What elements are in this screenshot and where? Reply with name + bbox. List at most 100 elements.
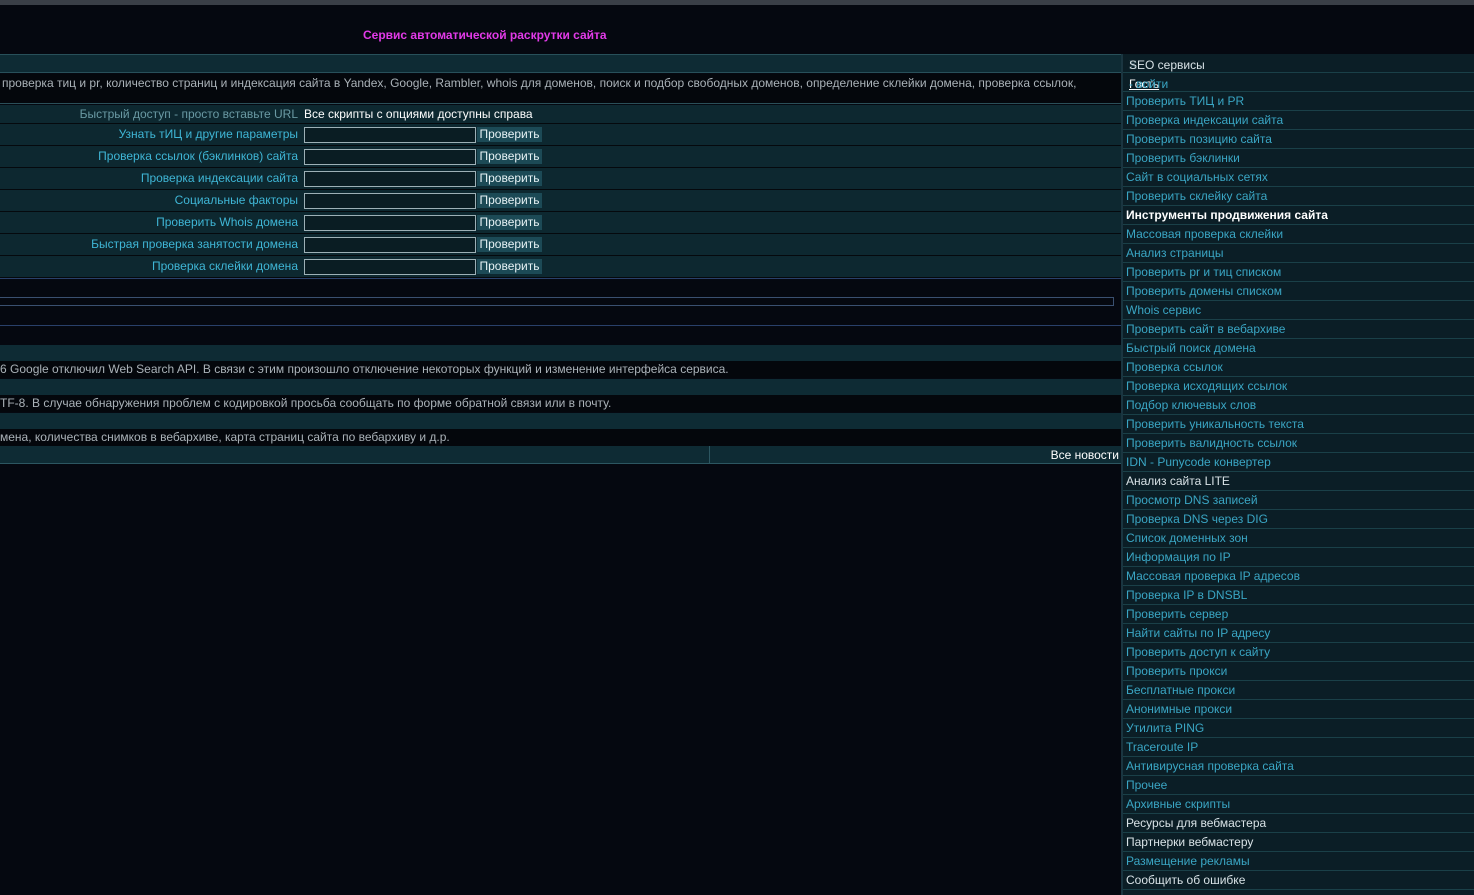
sidebar-section-title: X SEO сервисы bbox=[1123, 54, 1474, 73]
check-form-label[interactable]: Проверка ссылок (бэклинков) сайта bbox=[98, 149, 298, 163]
sidebar-menu-link[interactable]: Проверить прокси bbox=[1123, 662, 1474, 681]
url-input[interactable] bbox=[304, 259, 476, 275]
check-form-label[interactable]: Проверка склейки домена bbox=[152, 259, 298, 273]
sidebar-menu-link[interactable]: Проверить домены списком bbox=[1123, 282, 1474, 301]
sidebar-menu-link[interactable]: Проверить доступ к сайту bbox=[1123, 643, 1474, 662]
check-button[interactable]: Проверить bbox=[477, 193, 542, 208]
sidebar-menu-label: Массовая проверка склейки bbox=[1126, 227, 1284, 241]
sidebar-menu-link[interactable]: Просмотр DNS записей bbox=[1123, 491, 1474, 510]
check-button[interactable]: Проверить bbox=[477, 127, 542, 142]
check-button[interactable]: Проверить bbox=[477, 259, 542, 274]
check-form-label[interactable]: Узнать тИЦ и другие параметры bbox=[119, 127, 298, 141]
sidebar-menu-heading[interactable]: Ресурсы для вебмастера bbox=[1123, 814, 1474, 833]
url-input[interactable] bbox=[304, 127, 476, 143]
sidebar-menu-link[interactable]: Проверка индексации сайта bbox=[1123, 111, 1474, 130]
sidebar-menu-link[interactable]: Список доменных зон bbox=[1123, 529, 1474, 548]
sidebar-menu-link[interactable]: Архивные скрипты bbox=[1123, 795, 1474, 814]
check-form-label[interactable]: Проверка индексации сайта bbox=[141, 171, 298, 185]
sidebar-menu-label: Партнерки вебмастеру bbox=[1126, 835, 1254, 849]
sidebar-menu-heading[interactable]: Анализ сайта LITE bbox=[1123, 472, 1474, 491]
sidebar-menu-label: Размещение рекламы bbox=[1126, 854, 1250, 868]
login-link[interactable]: - войти bbox=[1129, 77, 1168, 91]
sidebar-menu-link[interactable]: Проверить склейку сайта bbox=[1123, 187, 1474, 206]
check-button[interactable]: Проверить bbox=[477, 237, 542, 252]
sidebar-menu-link[interactable]: Массовая проверка IP адресов bbox=[1123, 567, 1474, 586]
sidebar-menu-label: Бесплатные прокси bbox=[1126, 683, 1236, 697]
sidebar-menu-link[interactable]: Утилита PING bbox=[1123, 719, 1474, 738]
sidebar-menu-label: Сайт в социальных сетях bbox=[1126, 170, 1268, 184]
sidebar-menu-link[interactable]: Проверить валидность ссылок bbox=[1123, 434, 1474, 453]
url-input[interactable] bbox=[304, 237, 476, 253]
sidebar-menu-label: Проверить склейку сайта bbox=[1126, 189, 1268, 203]
sidebar-menu-label: Анализ сайта LITE bbox=[1126, 474, 1230, 488]
sidebar-menu-link[interactable]: Массовая проверка склейки bbox=[1123, 225, 1474, 244]
sidebar-menu-link[interactable]: Проверить позицию сайта bbox=[1123, 130, 1474, 149]
sidebar-menu-label: Найти сайты по IP адресу bbox=[1126, 626, 1271, 640]
sidebar-title-text: SEO сервисы bbox=[1129, 58, 1205, 72]
sidebar-menu-link[interactable]: Проверка исходящих ссылок bbox=[1123, 377, 1474, 396]
url-input[interactable] bbox=[304, 193, 476, 209]
news-text: мена, количества снимков в вебархиве, ка… bbox=[0, 430, 450, 444]
check-form-label[interactable]: Социальные факторы bbox=[175, 193, 298, 207]
sidebar-menu-label: Проверить pr и тиц списком bbox=[1126, 265, 1282, 279]
news-item: 6 Google отключил Web Search API. В связ… bbox=[0, 361, 1121, 378]
check-form-row: Быстрая проверка занятости домена Провери… bbox=[0, 234, 1121, 256]
sidebar-menu-link[interactable]: Проверить ТИЦ и PR bbox=[1123, 92, 1474, 111]
footer-divider bbox=[709, 446, 710, 464]
sidebar-menu-link[interactable]: Прочее bbox=[1123, 776, 1474, 795]
sidebar-menu-link[interactable]: Сайт в социальных сетях bbox=[1123, 168, 1474, 187]
sidebar-menu-link[interactable]: Размещение рекламы bbox=[1123, 852, 1474, 871]
sidebar-menu-label: Сообщить об ошибке bbox=[1126, 873, 1246, 887]
sidebar-menu-link[interactable]: Проверить сайт в вебархиве bbox=[1123, 320, 1474, 339]
news-text: 6 Google отключил Web Search API. В связ… bbox=[0, 362, 729, 376]
news-footer: Все новости bbox=[0, 446, 1121, 464]
url-input[interactable] bbox=[304, 171, 476, 187]
news-item: TF-8. В случае обнаружения проблем с код… bbox=[0, 395, 1121, 412]
sidebar-menu-heading[interactable]: Инструменты продвижения сайта bbox=[1123, 206, 1474, 225]
sidebar-menu-link[interactable]: Проверка ссылок bbox=[1123, 358, 1474, 377]
sidebar-menu-link[interactable]: Информация по IP bbox=[1123, 548, 1474, 567]
sidebar-menu-link[interactable]: Проверить бэклинки bbox=[1123, 149, 1474, 168]
sidebar-menu-link[interactable]: Проверить уникальность текста bbox=[1123, 415, 1474, 434]
check-form-row: Узнать тИЦ и другие параметры Проверить bbox=[0, 124, 1121, 146]
sidebar-menu-link[interactable]: IDN - Punycode конвертер bbox=[1123, 453, 1474, 472]
sidebar-menu-link[interactable]: Traceroute IP bbox=[1123, 738, 1474, 757]
sidebar-menu-link[interactable]: Анализ страницы bbox=[1123, 244, 1474, 263]
sidebar-menu-link[interactable]: Быстрый поиск домена bbox=[1123, 339, 1474, 358]
url-input[interactable] bbox=[304, 149, 476, 165]
check-button[interactable]: Проверить bbox=[477, 149, 542, 164]
sidebar-menu-label: Архивные скрипты bbox=[1126, 797, 1231, 811]
all-news-link[interactable]: Все новости bbox=[1051, 448, 1119, 462]
divider-box bbox=[0, 297, 1114, 306]
sidebar-menu-link[interactable]: Проверить pr и тиц списком bbox=[1123, 263, 1474, 282]
sidebar-menu-link[interactable]: Бесплатные прокси bbox=[1123, 681, 1474, 700]
sidebar-menu-link[interactable]: Проверка IP в DNSBL bbox=[1123, 586, 1474, 605]
sidebar-menu-link[interactable]: Whois сервис bbox=[1123, 301, 1474, 320]
sidebar-menu-link[interactable]: Проверить сервер bbox=[1123, 605, 1474, 624]
url-input[interactable] bbox=[304, 215, 476, 231]
sidebar-menu-label: Проверка DNS через DIG bbox=[1126, 512, 1268, 526]
check-form-row: Проверить Whois домена Проверить bbox=[0, 212, 1121, 234]
sidebar-menu-link[interactable]: Антивирусная проверка сайта bbox=[1123, 757, 1474, 776]
news-band bbox=[0, 345, 1121, 361]
sidebar-menu-label: Whois сервис bbox=[1126, 303, 1202, 317]
sidebar-menu-label: Инструменты продвижения сайта bbox=[1126, 208, 1328, 222]
sidebar-menu-heading[interactable]: Сообщить об ошибке bbox=[1123, 871, 1474, 890]
sidebar-menu-label: Антивирусная проверка сайта bbox=[1126, 759, 1294, 773]
sidebar-menu-label: Информация по IP bbox=[1126, 550, 1231, 564]
sidebar-menu-heading[interactable]: Партнерки вебмастеру bbox=[1123, 833, 1474, 852]
sidebar-menu-link[interactable]: Проверка DNS через DIG bbox=[1123, 510, 1474, 529]
sidebar-menu-label: Проверить домены списком bbox=[1126, 284, 1283, 298]
check-form-label[interactable]: Проверить Whois домена bbox=[156, 215, 298, 229]
header-band bbox=[0, 54, 1121, 73]
sidebar-menu-link[interactable]: Анонимные прокси bbox=[1123, 700, 1474, 719]
sidebar-menu-label: Ресурсы для вебмастера bbox=[1126, 816, 1267, 830]
quick-access-label: Быстрый доступ - просто вставьте URL bbox=[79, 107, 298, 121]
check-button[interactable]: Проверить bbox=[477, 171, 542, 186]
sidebar-menu-link[interactable]: Найти сайты по IP адресу bbox=[1123, 624, 1474, 643]
check-button[interactable]: Проверить bbox=[477, 215, 542, 230]
sidebar-menu-label: Прочее bbox=[1126, 778, 1168, 792]
sidebar-menu-label: Проверка ссылок bbox=[1126, 360, 1223, 374]
check-form-label[interactable]: Быстрая проверка занятости домена bbox=[91, 237, 298, 251]
sidebar-menu-link[interactable]: Подбор ключевых слов bbox=[1123, 396, 1474, 415]
